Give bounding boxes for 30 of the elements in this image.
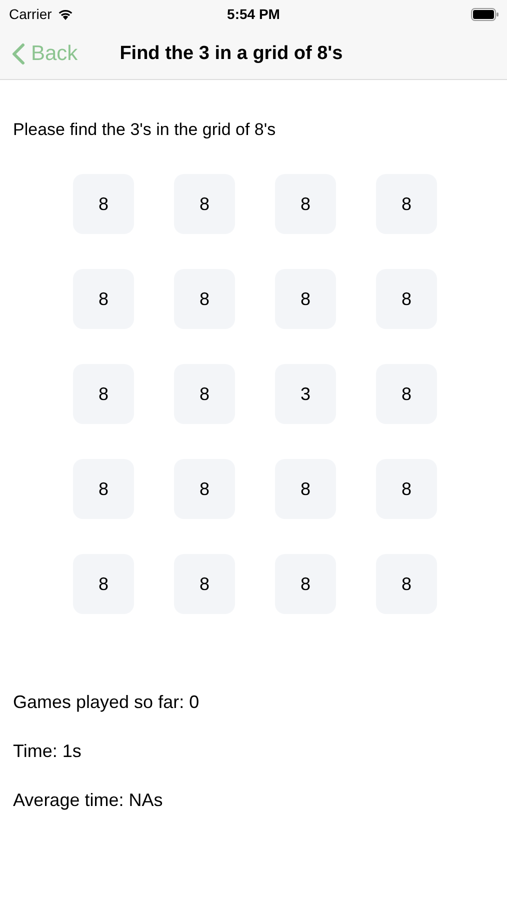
number-tile[interactable]: 3 bbox=[275, 364, 336, 424]
nav-title: Find the 3 in a grid of 8's bbox=[120, 42, 343, 64]
battery-icon bbox=[471, 8, 499, 20]
number-tile[interactable]: 8 bbox=[174, 269, 235, 329]
number-tile[interactable]: 8 bbox=[174, 459, 235, 519]
stat-text: Average time: NAs bbox=[13, 790, 164, 810]
number-tile[interactable]: 8 bbox=[376, 554, 437, 614]
stat-text: Time: 1s bbox=[13, 741, 82, 761]
number-tile[interactable]: 8 bbox=[73, 269, 134, 329]
number-tile[interactable]: 8 bbox=[275, 554, 336, 614]
number-tile[interactable]: 8 bbox=[73, 364, 134, 424]
number-tile[interactable]: 8 bbox=[174, 364, 235, 424]
number-tile[interactable]: 8 bbox=[275, 174, 336, 234]
number-tile[interactable]: 8 bbox=[376, 269, 437, 329]
number-tile[interactable]: 8 bbox=[376, 174, 437, 234]
number-tile[interactable]: 8 bbox=[275, 459, 336, 519]
carrier-label: Carrier bbox=[9, 6, 52, 22]
number-tile[interactable]: 8 bbox=[376, 364, 437, 424]
number-tile[interactable]: 8 bbox=[73, 459, 134, 519]
chevron-left-icon bbox=[12, 42, 25, 64]
number-tile[interactable]: 8 bbox=[376, 459, 437, 519]
status-time: 5:54 PM bbox=[227, 6, 280, 22]
number-tile[interactable]: 8 bbox=[174, 554, 235, 614]
number-tile[interactable]: 8 bbox=[73, 174, 134, 234]
wifi-icon bbox=[56, 8, 74, 20]
number-tile[interactable]: 8 bbox=[174, 174, 235, 234]
number-tile[interactable]: 8 bbox=[73, 554, 134, 614]
number-tile[interactable]: 8 bbox=[275, 269, 336, 329]
stat-text: Games played so far: 0 bbox=[13, 692, 200, 712]
instruction-text: Please find the 3's in the grid of 8's bbox=[13, 120, 277, 140]
